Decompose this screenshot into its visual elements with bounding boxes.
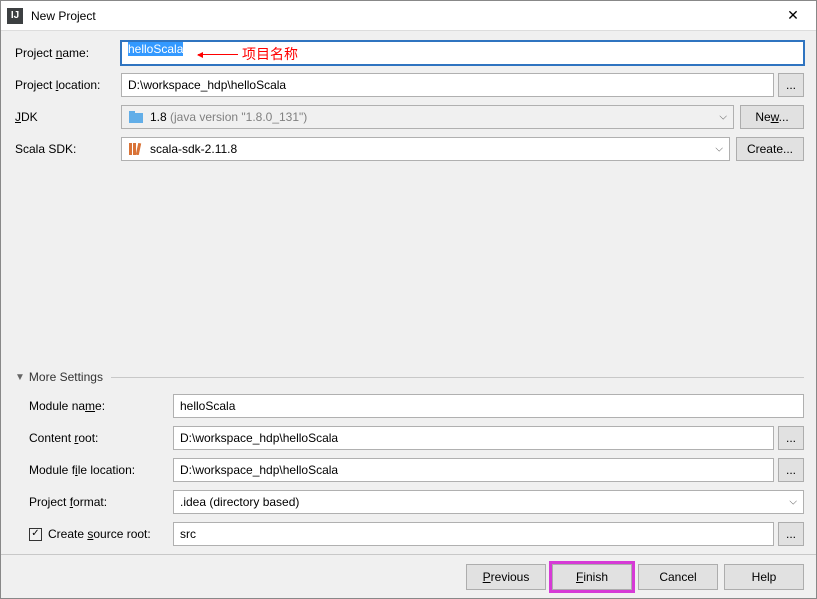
chevron-down-icon: ⌵ (789, 497, 797, 508)
create-source-root-checkbox-label[interactable]: ✓ Create source root: (15, 527, 173, 541)
app-icon: IJ (7, 8, 23, 24)
spacer (15, 169, 804, 370)
close-button[interactable]: ✕ (770, 1, 816, 31)
more-settings-body: Module name: Content root: ... Module fi… (15, 394, 804, 554)
module-file-location-field[interactable] (173, 458, 774, 482)
dialog-content: 项目名称 Project name: helloScala Project lo… (1, 31, 816, 554)
cancel-button[interactable]: Cancel (638, 564, 718, 590)
project-name-value: helloScala (128, 42, 183, 56)
jdk-new-button[interactable]: New... (740, 105, 804, 129)
module-name-label: Module name: (15, 399, 173, 413)
folder-icon (128, 109, 144, 125)
help-button[interactable]: Help (724, 564, 804, 590)
scala-sdk-create-button[interactable]: Create... (736, 137, 804, 161)
project-format-dropdown[interactable]: .idea (directory based) ⌵ (173, 490, 804, 514)
create-source-root-browse-button[interactable]: ... (778, 522, 804, 546)
content-root-label: Content root: (15, 431, 173, 445)
module-file-location-label: Module file location: (15, 463, 173, 477)
module-file-location-browse-button[interactable]: ... (778, 458, 804, 482)
jdk-value: 1.8 (java version "1.8.0_131") (150, 110, 727, 124)
project-name-field[interactable]: helloScala (121, 41, 804, 65)
module-name-field[interactable] (173, 394, 804, 418)
chevron-down-icon: ⌵ (719, 112, 727, 123)
project-location-field[interactable] (121, 73, 774, 97)
checkbox-checked-icon: ✓ (29, 528, 42, 541)
content-root-browse-button[interactable]: ... (778, 426, 804, 450)
button-bar: Previous Finish Cancel Help (1, 554, 816, 598)
more-settings-toggle[interactable]: ▼ More Settings (15, 370, 804, 384)
separator (111, 377, 804, 378)
jdk-label: JDK (15, 110, 121, 124)
project-name-label: Project name: (15, 46, 121, 60)
create-source-root-field[interactable] (173, 522, 774, 546)
window-title: New Project (31, 9, 770, 23)
project-format-label: Project format: (15, 495, 173, 509)
triangle-down-icon: ▼ (15, 372, 25, 383)
jdk-dropdown[interactable]: 1.8 (java version "1.8.0_131") ⌵ (121, 105, 734, 129)
chevron-down-icon: ⌵ (715, 144, 723, 155)
library-icon (128, 141, 144, 157)
scala-sdk-label: Scala SDK: (15, 142, 121, 156)
previous-button[interactable]: Previous (466, 564, 546, 590)
content-root-field[interactable] (173, 426, 774, 450)
title-bar: IJ New Project ✕ (1, 1, 816, 31)
scala-sdk-dropdown[interactable]: scala-sdk-2.11.8 ⌵ (121, 137, 730, 161)
project-format-value: .idea (directory based) (180, 495, 797, 509)
project-location-browse-button[interactable]: ... (778, 73, 804, 97)
finish-button[interactable]: Finish (552, 564, 632, 590)
project-location-label: Project location: (15, 78, 121, 92)
scala-sdk-value: scala-sdk-2.11.8 (150, 142, 723, 156)
more-settings-label: More Settings (29, 370, 103, 384)
